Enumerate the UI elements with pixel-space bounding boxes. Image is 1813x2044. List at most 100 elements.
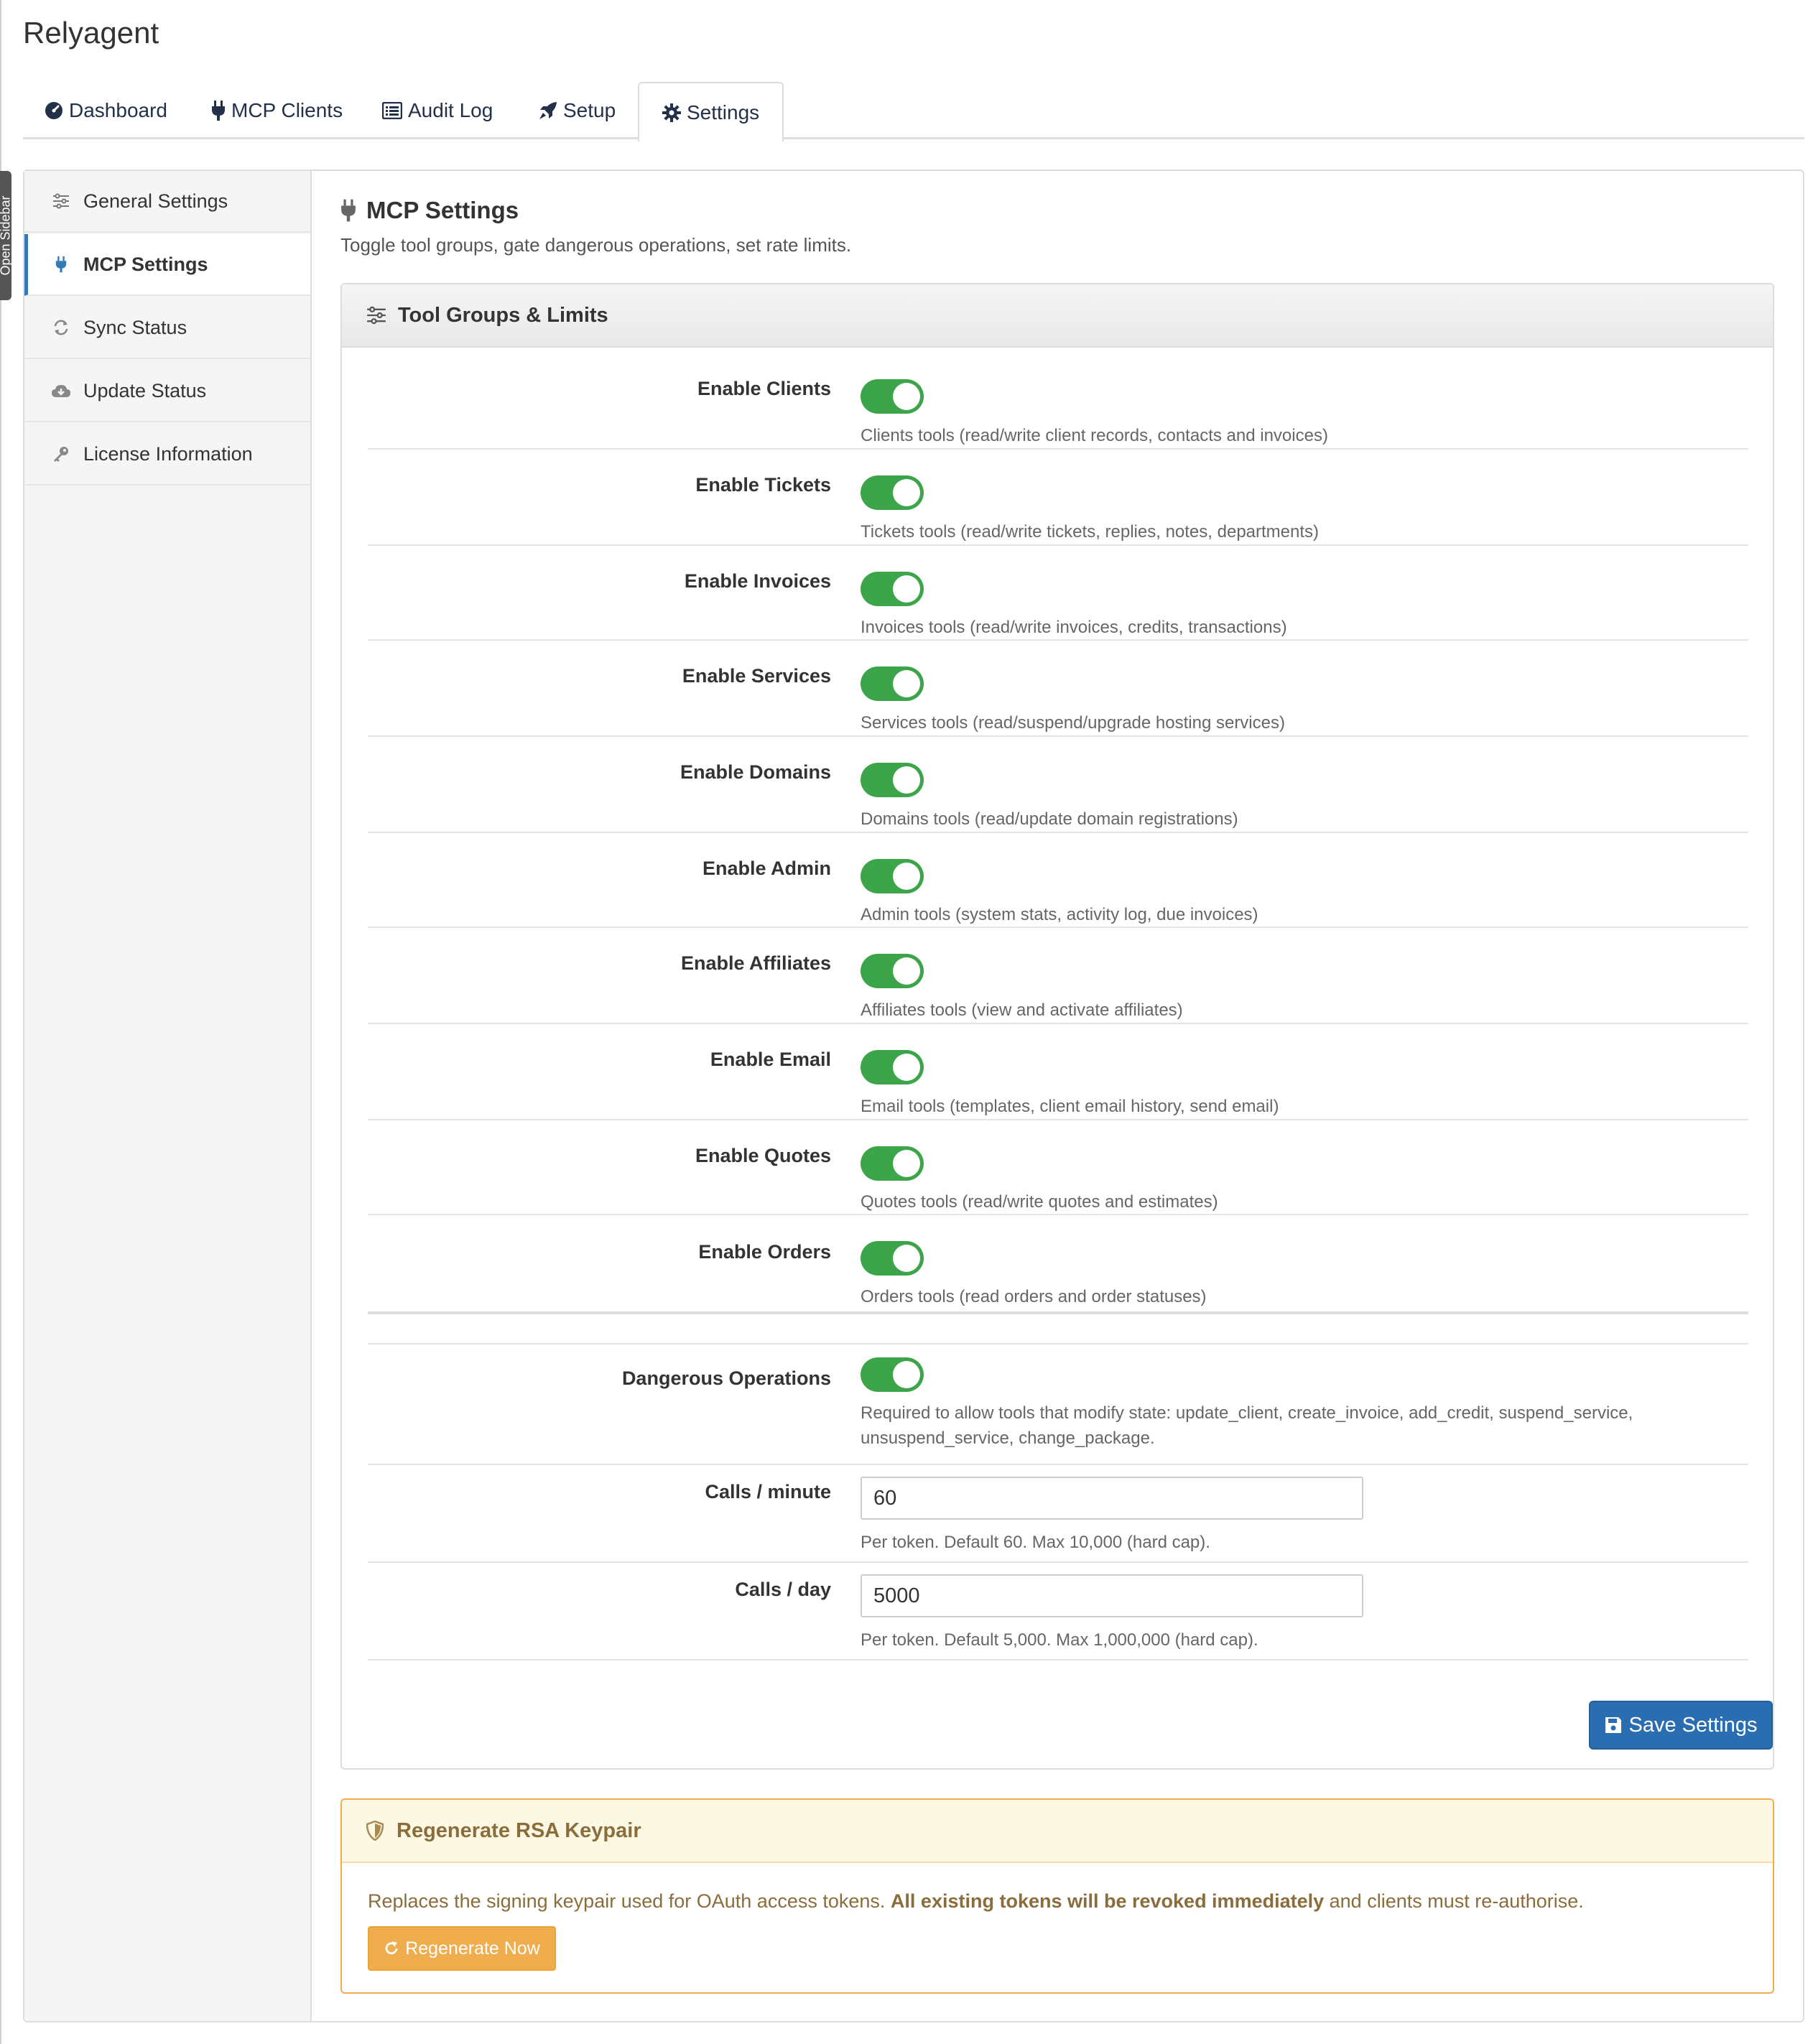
sidebar-item-update-status[interactable]: Update Status	[24, 361, 310, 422]
open-sidebar-button[interactable]: Open Sidebar	[0, 171, 11, 300]
toggle-switch-services[interactable]	[861, 666, 924, 701]
toggle-knob	[893, 575, 920, 603]
sidebar-item-label: General Settings	[83, 190, 228, 212]
cloud-download-icon	[50, 384, 72, 398]
toggle-help: Email tools (templates, client email his…	[861, 1097, 1279, 1116]
sidebar-item-general-settings[interactable]: General Settings	[24, 171, 310, 233]
toggle-row-email: Enable Email Email tools (templates, cli…	[368, 1024, 1748, 1120]
toggle-knob	[893, 670, 920, 697]
toggle-label: Enable Invoices	[684, 570, 831, 592]
toggle-help: Clients tools (read/write client records…	[861, 426, 1328, 445]
regenerate-now-button[interactable]: Regenerate Now	[368, 1926, 556, 1971]
toggle-label: Enable Tickets	[695, 474, 831, 496]
toggle-label: Enable Domains	[680, 761, 831, 783]
tab-label: MCP Clients	[231, 99, 343, 121]
plug-icon	[340, 199, 356, 222]
toggle-row-admin: Enable Admin Admin tools (system stats, …	[368, 833, 1748, 928]
gear-icon	[662, 103, 681, 122]
tab-audit-log[interactable]: Audit Log	[382, 82, 493, 139]
open-sidebar-label: Open Sidebar	[0, 195, 11, 276]
toggle-switch-orders[interactable]	[861, 1241, 924, 1276]
toggle-row-services: Enable Services Services tools (read/sus…	[368, 641, 1748, 737]
toggle-switch-clients[interactable]	[861, 379, 924, 414]
dangerous-label: Dangerous Operations	[621, 1367, 831, 1389]
toggle-label: Enable Quotes	[695, 1145, 831, 1166]
panel-title: Tool Groups & Limits	[398, 303, 608, 327]
toggle-switch-admin[interactable]	[861, 859, 924, 893]
plug-icon	[211, 101, 226, 121]
toggle-row-quotes: Enable Quotes Quotes tools (read/write q…	[368, 1120, 1748, 1215]
regenerate-now-label: Regenerate Now	[405, 1938, 540, 1959]
list-icon	[382, 102, 402, 119]
toggle-help: Orders tools (read orders and order stat…	[861, 1287, 1207, 1306]
dangerous-operations-row: Dangerous Operations Required to allow t…	[368, 1344, 1748, 1465]
dashboard-icon	[45, 101, 63, 120]
calls-per-day-row: Calls / day Per token. Default 5,000. Ma…	[368, 1563, 1748, 1660]
key-icon	[50, 445, 72, 463]
sidebar-item-mcp-settings[interactable]: MCP Settings	[24, 234, 310, 296]
warning-heading: Regenerate RSA Keypair	[342, 1800, 1773, 1863]
sidebar-item-license-information[interactable]: License Information	[24, 424, 310, 486]
sliders-icon	[50, 193, 72, 209]
rocket-icon	[539, 101, 557, 120]
toggle-help: Affiliates tools (view and activate affi…	[861, 1000, 1183, 1020]
settings-container: General Settings MCP Settings Sync Statu…	[23, 169, 1804, 2022]
calls-minute-label: Calls / minute	[705, 1481, 831, 1502]
calls-per-minute-row: Calls / minute Per token. Default 60. Ma…	[368, 1465, 1748, 1563]
save-settings-button[interactable]: Save Settings	[1589, 1701, 1773, 1750]
toggle-label: Enable Affiliates	[680, 952, 831, 974]
toggle-switch-domains[interactable]	[861, 763, 924, 797]
page-subtitle: Toggle tool groups, gate dangerous opera…	[340, 234, 852, 256]
tab-label: Setup	[563, 99, 616, 121]
shield-icon	[366, 1821, 384, 1841]
toggle-switch-dangerous-operations[interactable]	[861, 1357, 924, 1392]
tab-dashboard[interactable]: Dashboard	[45, 82, 167, 139]
app-title: Relyagent	[23, 16, 159, 50]
top-tabs: Dashboard MCP Clients Audit Log Setup Se…	[23, 82, 1804, 141]
tab-mcp-clients[interactable]: MCP Clients	[211, 82, 343, 139]
toggle-help: Tickets tools (read/write tickets, repli…	[861, 522, 1320, 542]
toggle-row-tickets: Enable Tickets Tickets tools (read/write…	[368, 450, 1748, 546]
toggle-label: Enable Services	[682, 665, 831, 687]
page-title: MCP Settings	[340, 197, 519, 224]
toggle-knob	[893, 863, 920, 890]
toggle-switch-tickets[interactable]	[861, 475, 924, 510]
plug-icon	[50, 256, 72, 273]
toggle-label: Enable Admin	[702, 858, 831, 879]
calls-day-help: Per token. Default 5,000. Max 1,000,000 …	[861, 1630, 1258, 1650]
toggle-label: Enable Clients	[697, 378, 831, 399]
calls-day-label: Calls / day	[735, 1579, 831, 1600]
tab-settings[interactable]: Settings	[638, 82, 784, 141]
toggle-help: Admin tools (system stats, activity log,…	[861, 905, 1258, 924]
section-divider	[368, 1311, 1748, 1314]
main-content: MCP Settings Toggle tool groups, gate da…	[312, 171, 1803, 2021]
toggle-knob	[893, 383, 920, 410]
toggle-row-domains: Enable Domains Domains tools (read/updat…	[368, 737, 1748, 833]
calls-minute-help: Per token. Default 60. Max 10,000 (hard …	[861, 1533, 1210, 1552]
toggle-switch-affiliates[interactable]	[861, 954, 924, 988]
calls-per-minute-input[interactable]	[861, 1477, 1363, 1520]
toggle-row-orders: Enable Orders Orders tools (read orders …	[368, 1215, 1748, 1310]
sidebar-item-label: MCP Settings	[83, 253, 208, 275]
warning-title: Regenerate RSA Keypair	[397, 1818, 641, 1842]
toggle-row-clients: Enable Clients Clients tools (read/write…	[368, 348, 1748, 450]
tab-setup[interactable]: Setup	[539, 82, 616, 139]
tab-label: Audit Log	[408, 99, 493, 121]
toggle-switch-quotes[interactable]	[861, 1146, 924, 1181]
toggle-label: Enable Email	[710, 1049, 831, 1070]
panel-heading: Tool Groups & Limits	[342, 284, 1773, 348]
toggle-switch-email[interactable]	[861, 1050, 924, 1084]
toggle-knob	[893, 1245, 920, 1272]
toggle-help: Quotes tools (read/write quotes and esti…	[861, 1192, 1218, 1212]
page-edge	[0, 0, 1, 2044]
dangerous-help: Required to allow tools that modify stat…	[861, 1400, 1722, 1451]
toggle-knob	[893, 957, 920, 985]
sidebar-item-sync-status[interactable]: Sync Status	[24, 297, 310, 359]
warning-text-start: Replaces the signing keypair used for OA…	[368, 1890, 886, 1912]
toggle-row-affiliates: Enable Affiliates Affiliates tools (view…	[368, 928, 1748, 1024]
floppy-disk-icon	[1605, 1717, 1622, 1734]
calls-per-day-input[interactable]	[861, 1574, 1363, 1617]
toggle-switch-invoices[interactable]	[861, 572, 924, 606]
toggle-label: Enable Orders	[698, 1241, 831, 1263]
toggle-knob	[893, 1054, 920, 1081]
